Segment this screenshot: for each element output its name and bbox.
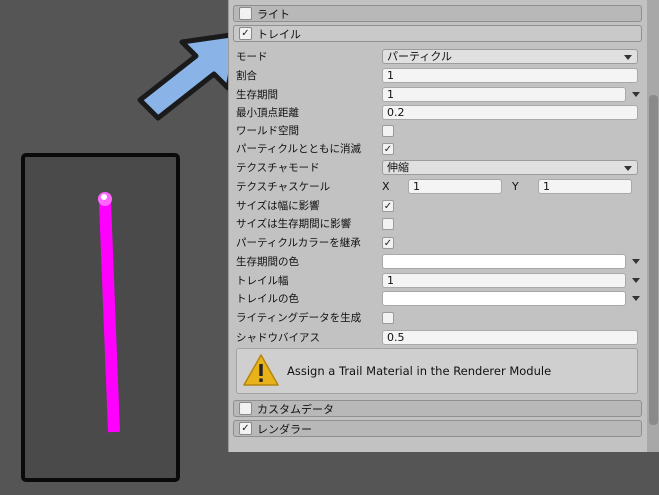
module-header-renderer[interactable]: ✓ レンダラー	[233, 420, 642, 437]
property-row: 生存期間の色	[236, 253, 640, 270]
property-checkbox[interactable]	[382, 124, 394, 137]
curve-mode-dropdown-icon[interactable]	[632, 92, 640, 97]
property-label: 割合	[236, 70, 257, 82]
property-checkbox[interactable]: ✓	[382, 236, 394, 249]
curve-mode-dropdown-icon[interactable]	[632, 296, 640, 301]
chevron-down-icon	[624, 166, 632, 171]
module-toggle-custom-data[interactable]	[239, 402, 252, 415]
property-row: 最小頂点距離 0.2	[236, 104, 638, 121]
chevron-down-icon	[624, 55, 632, 60]
module-label: レンダラー	[257, 422, 312, 436]
help-message: Assign a Trail Material in the Renderer …	[287, 364, 552, 378]
dropdown-value: 伸縮	[387, 161, 409, 174]
property-label: 生存期間の色	[236, 256, 299, 268]
property-label: 生存期間	[236, 89, 278, 101]
property-dropdown[interactable]: パーティクル	[382, 49, 638, 64]
module-label: トレイル	[257, 27, 301, 41]
x-label: X	[382, 180, 390, 193]
property-dropdown[interactable]: 伸縮	[382, 160, 638, 175]
property-checkbox[interactable]	[382, 217, 394, 230]
scrollbar-thumb[interactable]	[649, 95, 658, 425]
x-input[interactable]: 1	[408, 179, 502, 194]
module-header-custom-data[interactable]: カスタムデータ	[233, 400, 642, 417]
property-field[interactable]: 0.5	[382, 330, 638, 345]
property-row: サイズは生存期間に影響	[236, 215, 638, 232]
property-label: サイズは幅に影響	[236, 200, 320, 212]
property-row: テクスチャモード 伸縮	[236, 159, 638, 176]
property-field[interactable]: 1	[382, 87, 626, 102]
module-header-trails[interactable]: ✓ トレイル	[233, 25, 642, 42]
property-row: シャドウバイアス 0.5	[236, 329, 638, 346]
property-row: 割合 1	[236, 67, 638, 84]
property-field[interactable]: 1	[382, 68, 638, 83]
property-label: トレイル幅	[236, 275, 289, 287]
property-label: パーティクルカラーを継承	[236, 237, 361, 249]
y-label: Y	[512, 180, 519, 193]
module-header-light[interactable]: ライト	[233, 5, 642, 22]
module-toggle-light[interactable]	[239, 7, 252, 20]
property-label: ワールド空間	[236, 125, 299, 137]
property-label: テクスチャスケール	[236, 181, 331, 193]
property-label: テクスチャモード	[236, 162, 320, 174]
property-label: サイズは生存期間に影響	[236, 218, 352, 230]
property-label: モード	[236, 51, 268, 63]
property-label: ライティングデータを生成	[236, 312, 362, 324]
property-row: パーティクルカラーを継承 ✓	[236, 234, 638, 251]
property-row: トレイル幅 1	[236, 272, 640, 289]
property-row: モード パーティクル	[236, 48, 638, 65]
module-label: カスタムデータ	[257, 402, 334, 416]
scrollbar[interactable]	[647, 0, 659, 452]
property-row: ワールド空間	[236, 122, 638, 139]
property-row: パーティクルとともに消滅 ✓	[236, 140, 638, 157]
property-label: 最小頂点距離	[236, 107, 299, 119]
property-checkbox[interactable]	[382, 311, 394, 324]
module-label: ライト	[257, 7, 290, 21]
module-toggle-trails[interactable]: ✓	[239, 27, 252, 40]
property-row: ライティングデータを生成	[236, 309, 638, 326]
inspector-panel: ライト ✓ トレイル モード パーティクル割合 1 生存期間 1 最小頂点距離 0.2 ワール…	[228, 0, 659, 452]
color-field[interactable]	[382, 254, 626, 269]
property-field[interactable]: 0.2	[382, 105, 638, 120]
property-row: トレイルの色	[236, 290, 640, 307]
property-row: サイズは幅に影響 ✓	[236, 197, 638, 214]
color-field[interactable]	[382, 291, 626, 306]
module-toggle-renderer[interactable]: ✓	[239, 422, 252, 435]
vector2-field: X1Y1	[382, 179, 642, 194]
curve-mode-dropdown-icon[interactable]	[632, 278, 640, 283]
scene-preview	[21, 153, 180, 482]
property-label: シャドウバイアス	[236, 332, 320, 344]
particle-trail	[98, 192, 120, 433]
property-row: 生存期間 1	[236, 86, 640, 103]
property-field[interactable]: 1	[382, 273, 626, 288]
y-input[interactable]: 1	[538, 179, 632, 194]
help-box: Assign a Trail Material in the Renderer …	[236, 348, 638, 394]
property-label: トレイルの色	[236, 293, 299, 305]
property-checkbox[interactable]: ✓	[382, 142, 394, 155]
warning-icon	[243, 354, 279, 386]
property-row: テクスチャスケール X 1 Y 1	[236, 178, 638, 195]
curve-mode-dropdown-icon[interactable]	[632, 259, 640, 264]
property-checkbox[interactable]: ✓	[382, 199, 394, 212]
dropdown-value: パーティクル	[387, 50, 453, 63]
property-label: パーティクルとともに消滅	[236, 143, 362, 155]
